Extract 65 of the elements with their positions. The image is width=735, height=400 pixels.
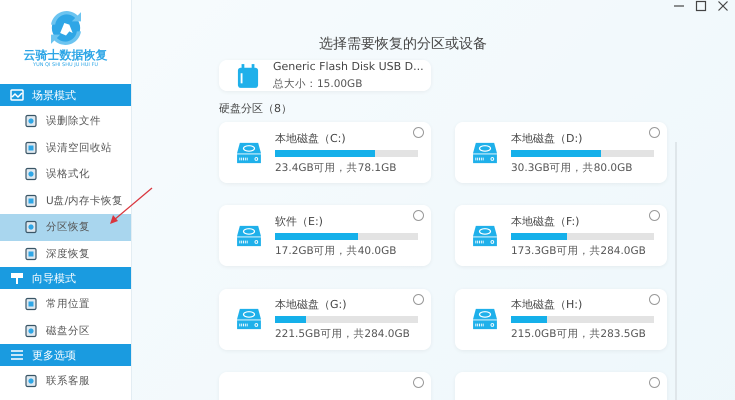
device-size: 总大小：15.00GB [273, 77, 364, 91]
radio-button[interactable] [413, 210, 424, 222]
sidebar-item[interactable]: 磁盘分区 [0, 318, 131, 344]
hard-drive-icon [237, 224, 261, 247]
partition-card[interactable]: 软件（E:) 17.2GB可用，共40.0GB [219, 205, 431, 266]
partition-card[interactable]: 本地磁盘（D:) 30.3GB可用，共80.0GB [455, 122, 667, 183]
app-icon [24, 140, 38, 155]
radio-button[interactable] [649, 127, 660, 138]
hard-drive-icon [473, 308, 497, 330]
device-name: Generic Flash Disk USB D... [273, 60, 424, 73]
section-title: 更多选项 [32, 348, 76, 362]
partition-name: 本地磁盘（F:) [511, 214, 580, 229]
partition-name: 本地磁盘（H:) [511, 297, 584, 312]
partition-card[interactable]: 本地磁盘（G:) 221.5GB可用，共284.0GB [219, 288, 431, 350]
partition-name: 本地磁盘（C:) [275, 130, 347, 146]
section-title: 向导模式 [32, 270, 76, 286]
page-title: 选择需要恢复的分区或设备 [318, 35, 488, 54]
signpost-icon [10, 272, 24, 284]
partition-space: 215.0GB可用，共283.5GB [511, 327, 647, 341]
maximize-icon[interactable] [695, 0, 707, 12]
app-icon [24, 374, 38, 388]
app-icon [24, 297, 38, 312]
partition-space: 30.3GB可用，共80.0GB [511, 160, 634, 174]
hard-drive-icon [237, 142, 261, 164]
partition-space: 221.5GB可用，共284.0GB [275, 327, 411, 341]
partition-name: 本地磁盘（G:) [275, 297, 348, 312]
section-title: 场景模式 [32, 88, 76, 102]
partition-name: 本地磁盘（D:) [511, 130, 584, 146]
partition-space: 17.2GB可用，共40.0GB [275, 244, 398, 258]
radio-button[interactable] [413, 127, 424, 138]
usb-drive-icon [237, 64, 259, 88]
logo-name: 云骑士数据恢复 [24, 48, 108, 62]
app-icon [24, 194, 38, 208]
partition-card[interactable]: 本地磁盘（H:) 215.0GB可用，共283.5GB [455, 288, 667, 350]
close-icon[interactable] [717, 0, 729, 12]
partition-card[interactable]: 本地磁盘（F:) 173.3GB可用，共284.0GB [455, 205, 667, 266]
app-icon [24, 246, 38, 261]
sidebar-item[interactable]: 误清空回收站 [0, 134, 131, 161]
hard-drive-icon [237, 308, 261, 330]
radio-button[interactable] [413, 294, 424, 304]
menu-icon [10, 349, 24, 361]
picture-icon [10, 89, 24, 101]
sidebar-item[interactable]: 深度恢复 [0, 240, 131, 267]
hard-drive-icon [473, 142, 497, 164]
partition-card[interactable]: 本地磁盘（C:) 23.4GB可用，共78.1GB [219, 122, 431, 183]
sidebar-item[interactable]: 常用位置 [0, 291, 131, 318]
sidebar-item[interactable]: 误删除文件 [0, 108, 131, 134]
sidebar-item[interactable]: 联系客服 [0, 368, 131, 394]
partition-space: 173.3GB可用，共284.0GB [511, 244, 647, 258]
app-icon [24, 167, 38, 182]
partition-space: 23.4GB可用，共78.1GB [275, 160, 398, 174]
radio-button[interactable] [649, 376, 660, 388]
sidebar-item[interactable]: U盘/内存卡恢复 [0, 188, 131, 214]
sidebar-item[interactable]: 分区恢复 [0, 214, 131, 240]
sidebar-item[interactable]: 误格式化 [0, 161, 131, 188]
radio-button[interactable] [649, 294, 660, 304]
usb-device-card[interactable]: Generic Flash Disk USB D... 总大小：15.00GB [219, 60, 431, 91]
partition-name: 软件（E:) [275, 214, 324, 229]
radio-button[interactable] [649, 210, 660, 222]
app-icon [24, 114, 38, 128]
app-icon [24, 324, 38, 338]
radio-button[interactable] [413, 376, 424, 388]
hard-drive-icon [473, 224, 497, 247]
app-icon [24, 220, 38, 234]
section-heading: 硬盘分区（8） [219, 101, 293, 116]
